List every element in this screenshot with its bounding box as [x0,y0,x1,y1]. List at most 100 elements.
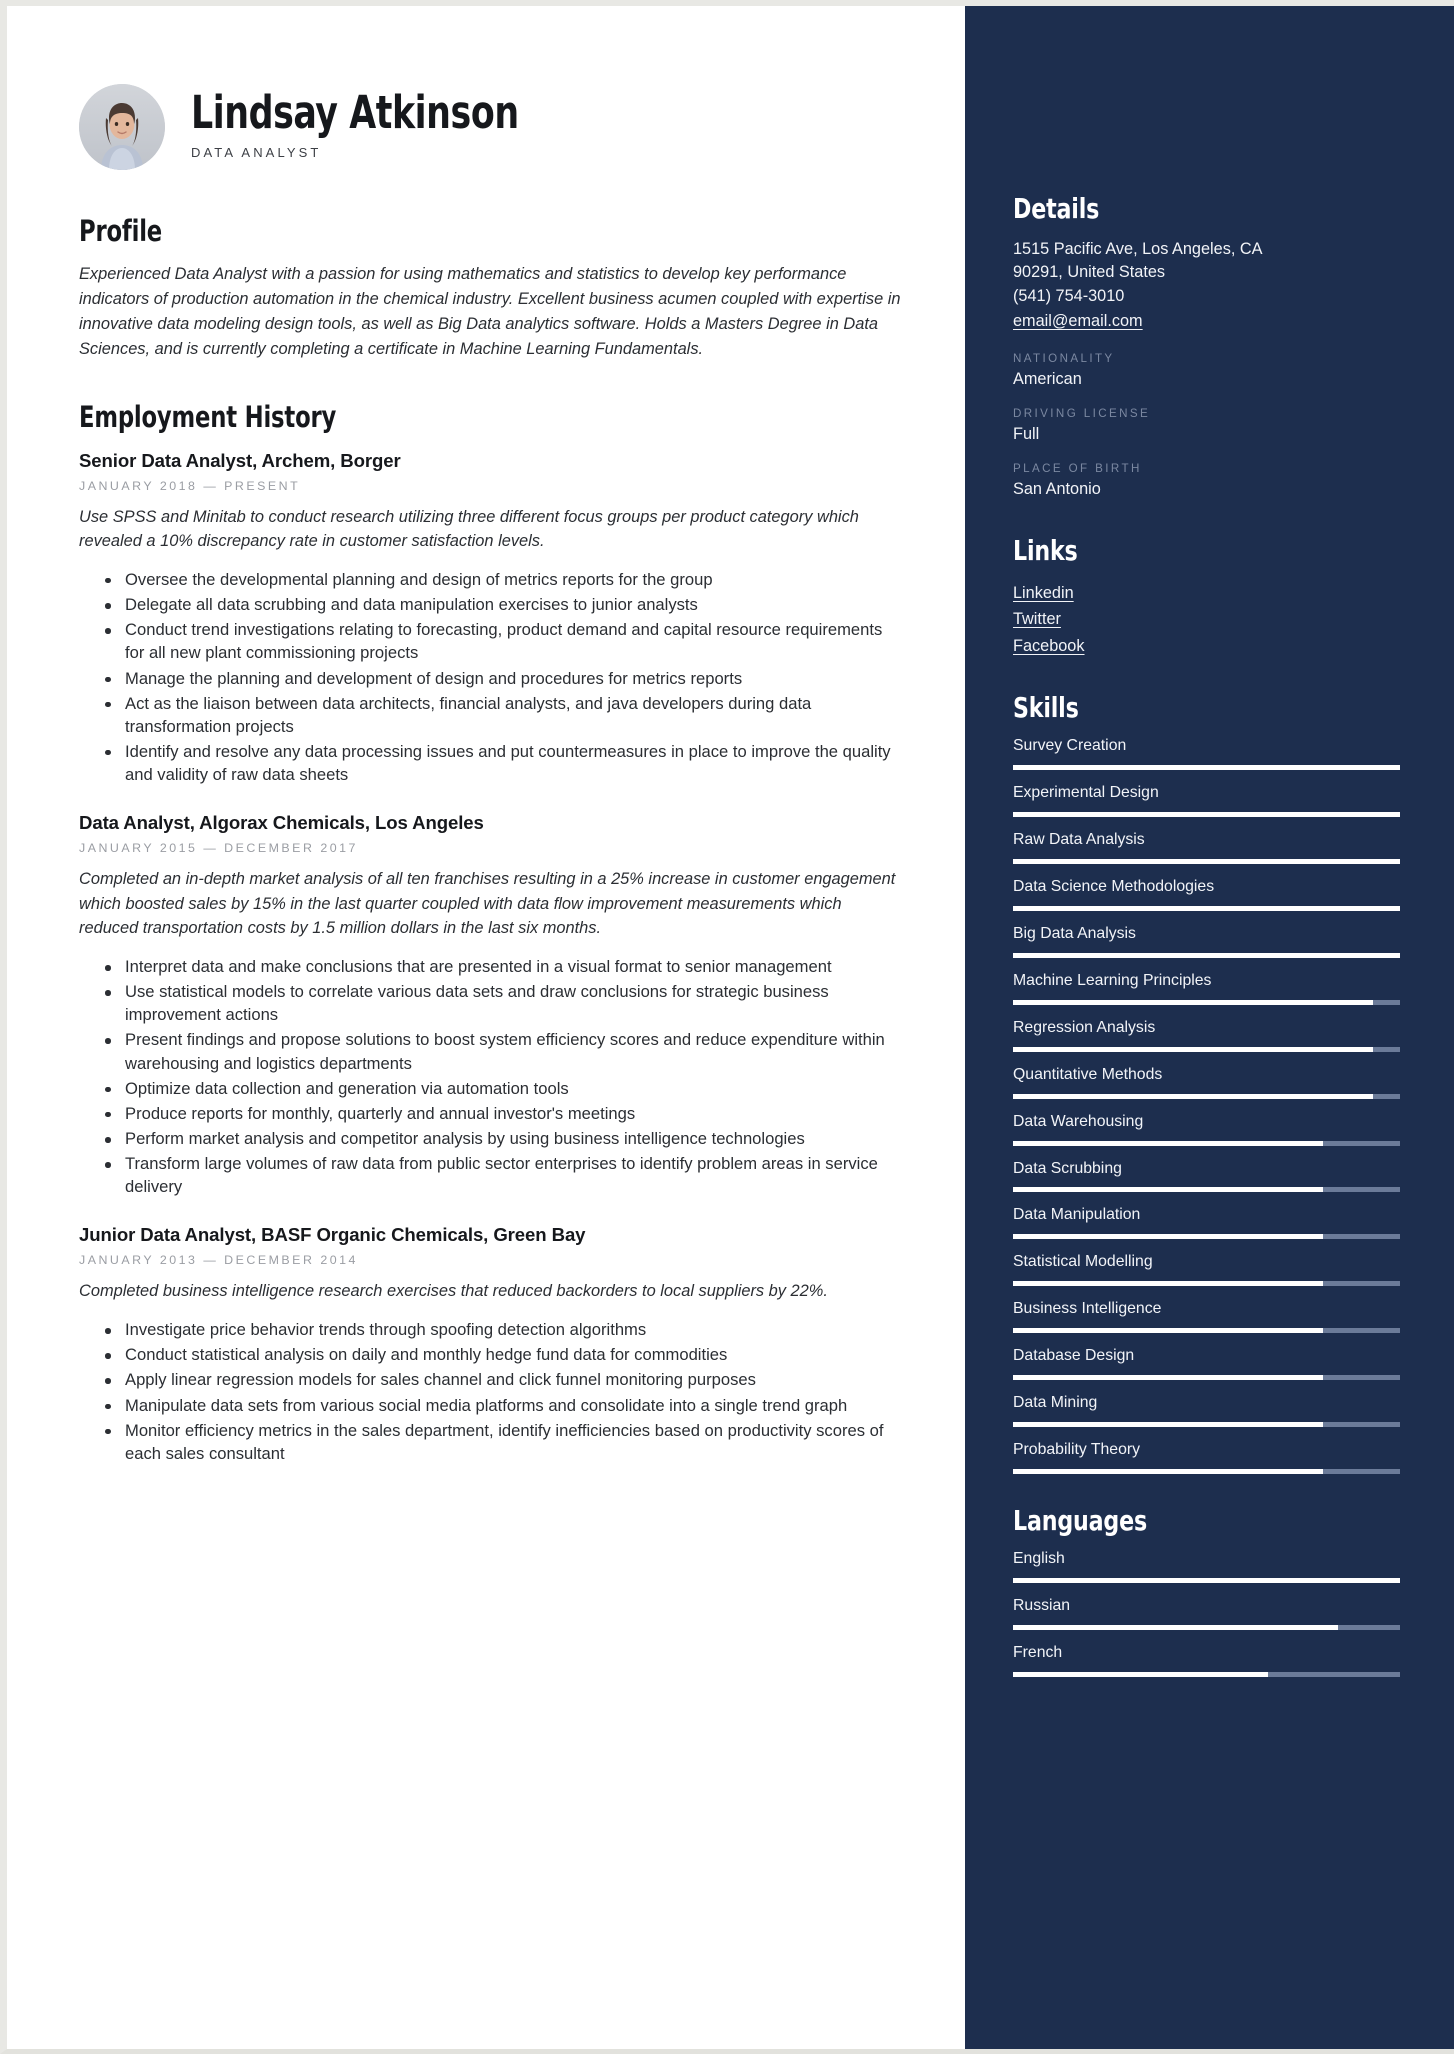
job-duty-item: Transform large volumes of raw data from… [105,1152,903,1198]
skills-section: Skills Survey Creation Experimental Desig… [1013,691,1400,1475]
address-line-1: 1515 Pacific Ave, Los Angeles, CA [1013,240,1263,258]
skill-meter-track [1013,1046,1400,1052]
social-link-linkedin[interactable]: Linkedin [1013,580,1400,606]
skill-item: Probability Theory [1013,1441,1400,1475]
skill-label: Raw Data Analysis [1013,830,1145,848]
language-meter-track [1013,1625,1400,1631]
skill-item: Business Intelligence [1013,1300,1400,1334]
job-duty-item: Act as the liaison between data architec… [105,692,903,738]
job-duty-item: Perform market analysis and competitor a… [105,1127,903,1150]
skill-label: Business Intelligence [1013,1300,1162,1318]
skill-meter-fill [1013,764,1400,770]
skill-meter-track [1013,999,1400,1005]
job-title: Junior Data Analyst, BASF Organic Chemic… [79,1224,586,1246]
skill-meter-track [1013,1422,1400,1428]
skill-meter-fill [1013,1328,1323,1334]
detail-field-value: Full [1013,424,1040,443]
skill-label: Probability Theory [1013,1441,1141,1459]
language-label: English [1013,1550,1065,1568]
skill-label: Statistical Modelling [1013,1253,1153,1271]
job-duty-item: Apply linear regression models for sales… [105,1368,903,1391]
skill-meter-track [1013,811,1400,817]
email-link[interactable]: email@email.com [1013,308,1400,334]
profile-heading: Profile [79,214,163,248]
skill-meter-fill [1013,1187,1323,1193]
language-item: French [1013,1644,1400,1678]
skill-item: Experimental Design [1013,784,1400,817]
skill-meter-fill [1013,1422,1323,1428]
sidebar-column: Details 1515 Pacific Ave, Los Angeles, C… [965,6,1454,2049]
skill-label: Experimental Design [1013,783,1159,801]
skill-meter-track [1013,1375,1400,1381]
language-label: French [1013,1644,1063,1662]
job-entry: Data Analyst, Algorax Chemicals, Los Ang… [79,812,903,1198]
skill-label: Data Warehousing [1013,1112,1144,1130]
employment-section: Employment History Senior Data Analyst, … [79,400,903,1465]
skill-item: Data Mining [1013,1394,1400,1428]
phone-number: (541) 754-3010 [1013,286,1125,305]
profile-text: Experienced Data Analyst with a passion … [79,265,901,358]
skill-item: Data Warehousing [1013,1113,1400,1146]
skill-label: Data Mining [1013,1394,1098,1412]
address-line-2: 90291, United States [1013,263,1166,282]
links-section: Links Linkedin Twitter Facebook [1013,534,1400,659]
job-duties-list: Oversee the developmental planning and d… [79,568,903,786]
detail-fields: NATIONALITY American DRIVING LICENSE Full PL… [1013,352,1400,500]
avatar [79,84,165,170]
job-duty-item: Manipulate data sets from various social… [105,1394,903,1417]
skill-label: Survey Creation [1013,736,1127,754]
skill-item: Data Science Methodologies [1013,878,1400,911]
job-summary: Use SPSS and Minitab to conduct research… [79,507,859,551]
job-entry: Junior Data Analyst, BASF Organic Chemic… [79,1224,903,1464]
languages-list: English Russian French [1013,1550,1400,1678]
job-duty-item: Monitor efficiency metrics in the sales … [105,1419,903,1465]
skill-label: Machine Learning Principles [1013,971,1212,989]
skill-item: Data Manipulation [1013,1206,1400,1240]
language-item: Russian [1013,1597,1400,1631]
job-duty-item: Manage the planning and development of d… [105,667,903,690]
skill-meter-track [1013,1187,1400,1193]
skill-item: Big Data Analysis [1013,925,1400,958]
job-duty-item: Use statistical models to correlate vari… [105,980,903,1026]
social-link-twitter[interactable]: Twitter [1013,606,1400,632]
detail-field-label: NATIONALITY [1013,351,1115,365]
job-duty-item: Delegate all data scrubbing and data man… [105,593,903,616]
skill-label: Regression Analysis [1013,1018,1156,1036]
detail-field-value: San Antonio [1013,479,1101,498]
details-section: Details 1515 Pacific Ave, Los Angeles, C… [1013,192,1400,500]
job-date-range: JANUARY 2015 — DECEMBER 2017 [79,841,358,856]
skill-item: Quantitative Methods [1013,1066,1400,1099]
job-title: Data Analyst, Algorax Chemicals, Los Ang… [79,812,484,834]
language-meter-fill [1013,1672,1269,1678]
job-duties-list: Investigate price behavior trends throug… [79,1318,903,1465]
skill-meter-fill [1013,1140,1323,1146]
skill-label: Data Manipulation [1013,1206,1141,1224]
main-column: Lindsay Atkinson DATA ANALYST Profile Ex… [7,6,965,2049]
job-duties-list: Interpret data and make conclusions that… [79,955,903,1198]
language-meter-track [1013,1672,1400,1678]
skill-label: Data Scrubbing [1013,1159,1122,1177]
social-link-facebook[interactable]: Facebook [1013,633,1400,659]
skill-meter-fill [1013,999,1373,1005]
skill-meter-fill [1013,1281,1323,1287]
job-duty-item: Optimize data collection and generation … [105,1077,903,1100]
detail-field-value: American [1013,369,1082,388]
job-duty-item: Interpret data and make conclusions that… [105,955,903,978]
profile-photo-icon [79,84,165,170]
skills-list: Survey Creation Experimental Design Raw Da… [1013,736,1400,1475]
skill-label: Quantitative Methods [1013,1065,1163,1083]
languages-heading: Languages [1013,1504,1148,1538]
employment-heading: Employment History [79,399,337,434]
skill-meter-track [1013,1469,1400,1475]
skill-meter-fill [1013,858,1400,864]
skill-meter-track [1013,858,1400,864]
skill-meter-track [1013,1281,1400,1287]
language-meter-fill [1013,1578,1400,1584]
skill-meter-fill [1013,1093,1373,1099]
skill-meter-fill [1013,811,1400,817]
skill-label: Data Science Methodologies [1013,877,1215,895]
language-meter-track [1013,1578,1400,1584]
language-item: English [1013,1550,1400,1584]
details-heading: Details [1013,192,1100,225]
job-summary: Completed an in-depth market analysis of… [79,870,896,938]
